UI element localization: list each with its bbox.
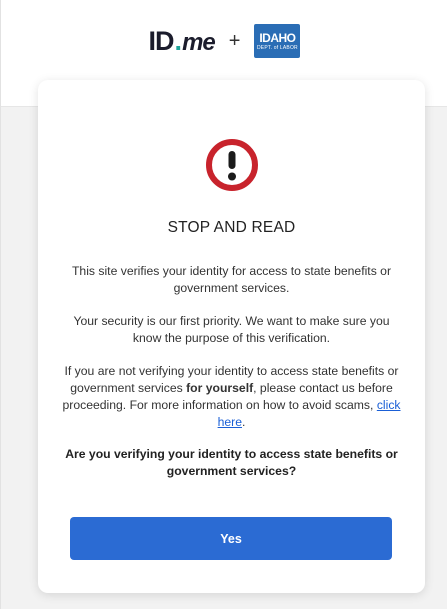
idaho-dept-labor-logo: IDAHO DEPT. of LABOR bbox=[254, 24, 301, 58]
header-logos: ID. me + IDAHO DEPT. of LABOR bbox=[1, 21, 447, 61]
card-title: STOP AND READ bbox=[167, 219, 296, 236]
state-logo-line2: DEPT. of LABOR bbox=[257, 44, 298, 51]
paragraph-security: Your security is our first priority. We … bbox=[73, 314, 390, 345]
paragraph-purpose: This site verifies your identity for acc… bbox=[71, 264, 392, 295]
verification-question: Are you verifying your identity to acces… bbox=[65, 447, 398, 478]
idme-logo-id: ID bbox=[148, 25, 175, 56]
page-frame: ID. me + IDAHO DEPT. of LABOR STOP AND RE… bbox=[0, 0, 447, 609]
idme-logo-dot: . bbox=[174, 25, 182, 56]
yes-button[interactable]: Yes bbox=[70, 517, 392, 560]
stop-and-read-card: STOP AND READ This site verifies your id… bbox=[38, 80, 425, 593]
exclamation-alert-icon bbox=[206, 139, 258, 191]
warning-text-bold: for yourself bbox=[186, 381, 254, 395]
plus-sign: + bbox=[228, 29, 241, 52]
state-logo-line1: IDAHO bbox=[259, 30, 296, 45]
idme-logo: ID. me bbox=[148, 25, 216, 57]
paragraph-warning: If you are not verifying your identity t… bbox=[60, 363, 403, 431]
warning-text-end: . bbox=[242, 415, 246, 429]
idme-logo-me: me bbox=[182, 28, 216, 56]
